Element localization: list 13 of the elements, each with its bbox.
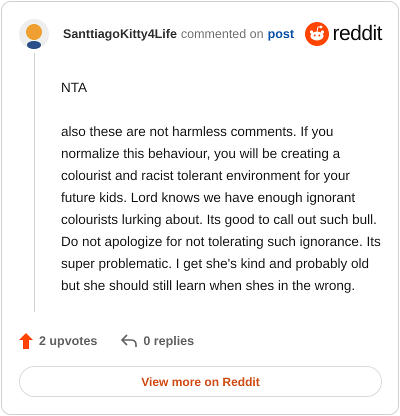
comment-text: NTA <box>61 79 88 97</box>
reply-icon <box>121 334 138 348</box>
action-text: commented on <box>180 27 264 41</box>
author-name: SanttiagoKitty4Life <box>63 27 177 41</box>
avatar-icon <box>19 19 49 49</box>
view-more-button[interactable]: View more on Reddit <box>19 366 382 397</box>
brand-name: reddit <box>332 22 382 46</box>
alien-logo-icon <box>305 22 330 46</box>
upvote-icon <box>19 333 33 349</box>
post-link[interactable]: post <box>268 27 294 41</box>
reply-count: 0 replies <box>143 334 194 348</box>
comment-text: also these are not harmless comments. If you normalize this behaviour, you will be creating a colourist and racist tolerant environment for your future kids. Lord knows we have enough ignorant colourists lurking about. Its good to call out such bull. Do not apologize for not tolerating such ignorance. Its super problematic. I get she's kind and probably old but she should still learn when shes in the wrong. <box>61 123 381 295</box>
upvote-count: 2 upvotes <box>39 334 98 348</box>
